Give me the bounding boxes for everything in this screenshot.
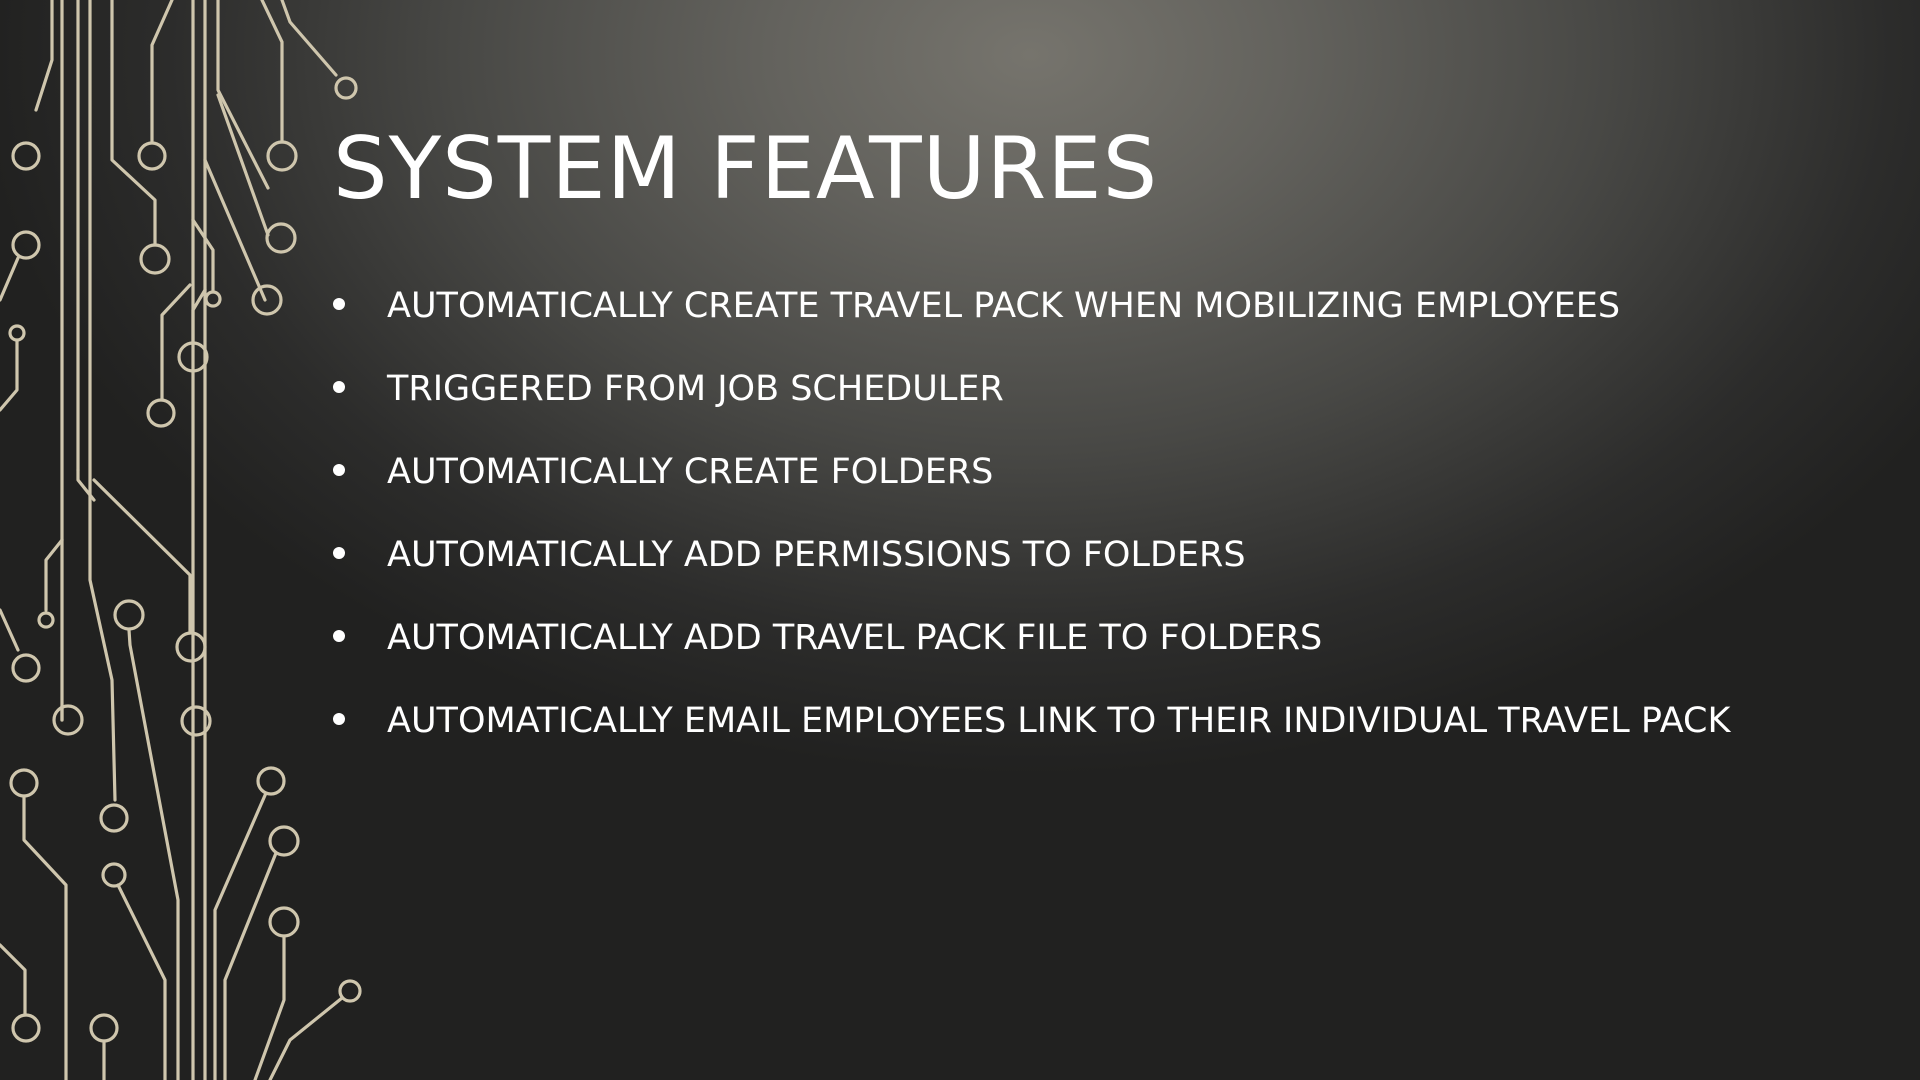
- list-item-text: TRIGGERED FROM JOB SCHEDULER: [387, 369, 1004, 409]
- list-item: AUTOMATICALLY ADD PERMISSIONS TO FOLDERS: [333, 531, 1730, 614]
- circuit-board-decoration-icon: [0, 0, 362, 1080]
- list-item: AUTOMATICALLY CREATE FOLDERS: [333, 448, 1730, 531]
- list-item-text: AUTOMATICALLY CREATE TRAVEL PACK WHEN MO…: [387, 286, 1621, 326]
- list-item-text: AUTOMATICALLY ADD PERMISSIONS TO FOLDERS: [387, 535, 1246, 575]
- feature-list: AUTOMATICALLY CREATE TRAVEL PACK WHEN MO…: [333, 282, 1730, 780]
- bullet-dot-icon: [333, 298, 345, 310]
- list-item-text: AUTOMATICALLY CREATE FOLDERS: [387, 452, 994, 492]
- bullet-dot-icon: [333, 630, 345, 642]
- bullet-dot-icon: [333, 381, 345, 393]
- bullet-dot-icon: [333, 464, 345, 476]
- list-item-text: AUTOMATICALLY EMAIL EMPLOYEES LINK TO TH…: [387, 701, 1731, 741]
- slide: SYSTEM FEATURES AUTOMATICALLY CREATE TRA…: [0, 0, 1920, 1080]
- bullet-dot-icon: [333, 547, 345, 559]
- list-item: AUTOMATICALLY EMAIL EMPLOYEES LINK TO TH…: [333, 697, 1730, 780]
- list-item-text: AUTOMATICALLY ADD TRAVEL PACK FILE TO FO…: [387, 618, 1323, 658]
- slide-title: SYSTEM FEATURES: [333, 119, 1159, 219]
- bullet-dot-icon: [333, 713, 345, 725]
- list-item: TRIGGERED FROM JOB SCHEDULER: [333, 365, 1730, 448]
- list-item: AUTOMATICALLY CREATE TRAVEL PACK WHEN MO…: [333, 282, 1730, 365]
- list-item: AUTOMATICALLY ADD TRAVEL PACK FILE TO FO…: [333, 614, 1730, 697]
